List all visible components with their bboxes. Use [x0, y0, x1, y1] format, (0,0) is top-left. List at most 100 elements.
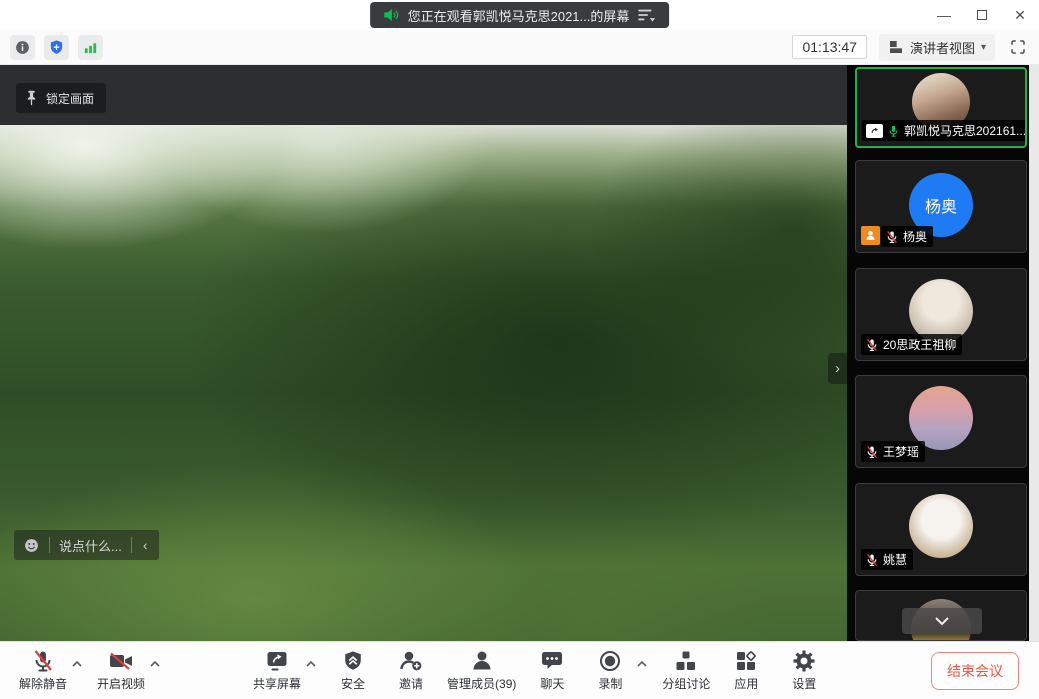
- layout-view-icon: [888, 39, 904, 55]
- breakout-rooms-button[interactable]: 分组讨论: [659, 647, 713, 694]
- network-quality-button[interactable]: [78, 35, 103, 60]
- mic-muted-icon: [865, 553, 879, 567]
- participant-name: 郭凯悦马克思202161...: [904, 122, 1026, 139]
- unmute-button[interactable]: 解除静音: [16, 647, 70, 694]
- divider: [131, 537, 132, 553]
- mic-muted-icon: [865, 445, 879, 459]
- mic-muted-icon: [885, 230, 899, 244]
- content-area: 锁定画面 说点什么... ‹ ›: [0, 65, 1039, 641]
- lock-view-button[interactable]: 锁定画面: [16, 83, 106, 113]
- screen-sharing-icon: [866, 124, 883, 138]
- notification-text: 您正在观看郭凯悦马克思2021...的屏幕: [408, 6, 630, 25]
- window-controls: — ✕: [925, 0, 1039, 30]
- meeting-window: 您正在观看郭凯悦马克思2021...的屏幕 — ✕ 01:13:47 演讲者视图: [0, 0, 1039, 699]
- participant-label: 杨奥: [861, 226, 933, 247]
- participant-label: 姚慧: [861, 549, 913, 570]
- fullscreen-button[interactable]: [1007, 36, 1029, 58]
- chat-button[interactable]: 聊天: [527, 647, 577, 694]
- unmute-label: 解除静音: [19, 675, 67, 692]
- record-label: 录制: [598, 675, 622, 692]
- participant-tile[interactable]: 20思政王祖柳: [855, 268, 1027, 361]
- top-toolbar: 01:13:47 演讲者视图 ▾: [0, 30, 1039, 65]
- record-icon: [598, 649, 622, 673]
- chat-input[interactable]: 说点什么...: [59, 536, 122, 555]
- screen-watch-notification[interactable]: 您正在观看郭凯悦马克思2021...的屏幕: [370, 2, 670, 28]
- participant-tile[interactable]: [855, 590, 1027, 641]
- manage-members-button[interactable]: 管理成员(39): [444, 647, 519, 694]
- participant-tile[interactable]: 郭凯悦马克思202161...: [855, 67, 1027, 148]
- view-mode-selector[interactable]: 演讲者视图 ▾: [879, 34, 995, 61]
- participant-name: 姚慧: [883, 551, 907, 568]
- members-person-icon: [470, 649, 494, 673]
- maximize-button[interactable]: [963, 0, 1001, 30]
- security-shield-icon: [342, 649, 364, 673]
- apps-button[interactable]: 应用: [721, 647, 771, 694]
- meeting-timer: 01:13:47: [792, 35, 867, 59]
- participant-name: 王梦瑶: [883, 443, 919, 460]
- chat-collapse-button[interactable]: ‹: [141, 537, 150, 553]
- bottom-toolbar: 解除静音 开启视频 共享屏幕 安全 邀请 管理成员(39) 聊天: [0, 641, 1039, 699]
- breakout-rooms-label: 分组讨论: [662, 675, 710, 692]
- info-icon: [14, 39, 31, 56]
- chat-label: 聊天: [540, 675, 564, 692]
- sidebar-collapse-button[interactable]: ›: [828, 353, 847, 384]
- gear-icon: [792, 649, 816, 673]
- participant-label: 王梦瑶: [861, 441, 925, 462]
- sidebar-scrollbar[interactable]: [1029, 65, 1039, 641]
- apps-grid-icon: [734, 649, 758, 673]
- manage-members-label: 管理成员(39): [447, 675, 516, 692]
- chevron-down-icon: [934, 616, 950, 626]
- share-screen-icon: [265, 649, 289, 673]
- close-button[interactable]: ✕: [1001, 0, 1039, 30]
- speaker-audio-icon: [382, 6, 400, 24]
- security-button[interactable]: 安全: [328, 647, 378, 694]
- participant-tile[interactable]: 王梦瑶: [855, 375, 1027, 468]
- participant-tile[interactable]: 杨奥 杨奥 正: [855, 160, 1027, 253]
- share-screen-button[interactable]: 共享屏幕: [250, 647, 304, 694]
- host-badge-icon: [861, 226, 880, 245]
- shared-screen-stage: 锁定画面 说点什么... ‹ ›: [0, 65, 847, 641]
- record-options-chevron[interactable]: [633, 652, 651, 676]
- fullscreen-icon: [1009, 38, 1027, 56]
- invite-label: 邀请: [399, 675, 423, 692]
- more-menu-icon[interactable]: [637, 7, 657, 23]
- chat-bubble-icon: [540, 649, 564, 673]
- avatar-initials: 杨奥: [925, 193, 957, 217]
- signal-bars-icon: [82, 39, 99, 56]
- emoji-icon[interactable]: [23, 537, 40, 554]
- participant-label: 20思政王祖柳: [861, 334, 962, 355]
- settings-label: 设置: [792, 675, 816, 692]
- mic-on-icon: [887, 124, 900, 138]
- participant-tile[interactable]: 姚慧: [855, 483, 1027, 576]
- pin-icon: [25, 90, 38, 106]
- camera-off-icon: [108, 649, 134, 673]
- scroll-more-participants-button[interactable]: [902, 608, 982, 634]
- security-status-button[interactable]: [44, 35, 69, 60]
- invite-button[interactable]: 邀请: [386, 647, 436, 694]
- share-options-chevron[interactable]: [302, 652, 320, 676]
- audio-options-chevron[interactable]: [68, 652, 86, 676]
- mic-muted-icon: [865, 338, 879, 352]
- settings-button[interactable]: 设置: [779, 647, 829, 694]
- invite-person-icon: [399, 649, 423, 673]
- quick-chat-bar: 说点什么... ‹: [14, 530, 159, 560]
- view-mode-label: 演讲者视图: [910, 38, 975, 57]
- start-video-label: 开启视频: [97, 675, 145, 692]
- avatar: [909, 494, 973, 558]
- video-options-chevron[interactable]: [146, 652, 164, 676]
- meeting-info-button[interactable]: [10, 35, 35, 60]
- end-meeting-button[interactable]: 结束会议: [931, 652, 1019, 690]
- lock-view-label: 锁定画面: [46, 90, 94, 107]
- shield-plus-icon: [48, 39, 65, 56]
- shared-screen-video: [0, 125, 847, 641]
- share-screen-label: 共享屏幕: [253, 675, 301, 692]
- divider: [49, 537, 50, 553]
- record-button[interactable]: 录制: [585, 647, 635, 694]
- chevron-down-icon: ▾: [981, 42, 986, 53]
- breakout-blocks-icon: [674, 649, 698, 673]
- apps-label: 应用: [734, 675, 758, 692]
- minimize-button[interactable]: —: [925, 0, 963, 30]
- participant-label: 郭凯悦马克思202161...: [862, 120, 1027, 141]
- participant-name: 杨奥: [903, 228, 927, 245]
- start-video-button[interactable]: 开启视频: [94, 647, 148, 694]
